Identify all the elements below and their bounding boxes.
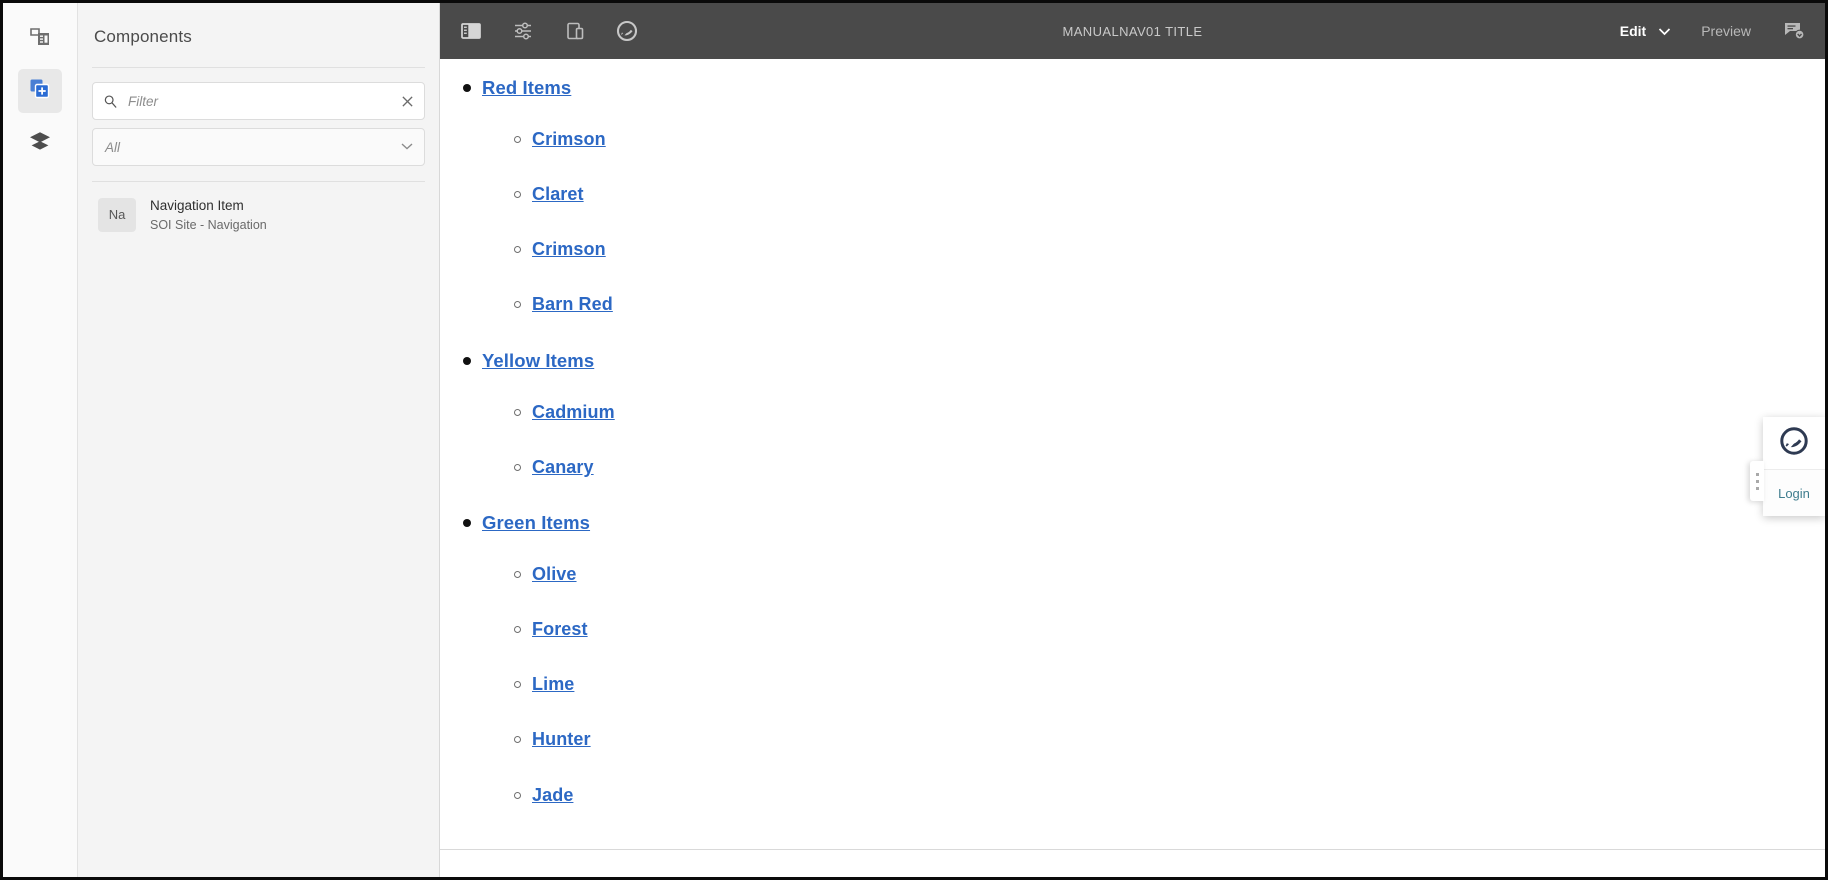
category-select[interactable]: All <box>92 128 425 166</box>
nav-link-crimson[interactable]: Crimson <box>532 129 606 149</box>
nav-link-hunter[interactable]: Hunter <box>532 729 591 749</box>
page-title: MANUALNAV01 TITLE <box>1062 23 1203 39</box>
editor-stage: MANUALNAV01 TITLE Edit Preview Red Items… <box>440 3 1825 877</box>
handle-dot <box>1755 472 1759 476</box>
nav-link-yellow-items[interactable]: Yellow Items <box>482 350 594 371</box>
nav-item: Crimson <box>510 237 1825 262</box>
login-widget-logo <box>1763 417 1825 469</box>
category-select-value: All <box>105 139 121 155</box>
page-properties-icon[interactable] <box>510 18 536 44</box>
panel-title: Components <box>94 27 192 46</box>
components-panel: Components Filter All Na Navigation Item… <box>78 3 440 877</box>
circle-bullet-icon <box>514 681 521 689</box>
nav-item: Hunter <box>510 727 1825 752</box>
toolbar-right-group: Edit Preview <box>1620 18 1807 44</box>
nav-link-cadmium[interactable]: Cadmium <box>532 402 615 422</box>
nav-item: Cadmium <box>510 400 1825 425</box>
chevron-down-icon <box>400 138 414 156</box>
chevron-down-icon <box>1658 23 1671 39</box>
handle-dot <box>1755 486 1759 490</box>
edit-mode-label: Edit <box>1619 23 1647 39</box>
rail-item-layers[interactable] <box>18 121 62 165</box>
component-card-navigation-item[interactable]: Na Navigation Item SOI Site - Navigation <box>92 182 425 248</box>
panel-body: Filter All Na Navigation Item SOI Site -… <box>78 68 439 262</box>
circle-bullet-icon <box>514 191 521 199</box>
nav-item: Olive <box>510 562 1825 587</box>
authoring-window: Components Filter All Na Navigation Item… <box>0 0 1828 880</box>
component-title: Navigation Item <box>150 198 244 213</box>
login-widget-drag-handle[interactable] <box>1750 461 1764 501</box>
nav-link-lime[interactable]: Lime <box>532 674 574 694</box>
nav-group-green: Green Items Olive Forest Lime Hunter Jad… <box>460 510 1825 808</box>
login-button[interactable]: Login <box>1763 470 1825 516</box>
nav-item: Forest <box>510 617 1825 642</box>
rail-item-components[interactable] <box>18 69 62 113</box>
circle-bullet-icon <box>514 736 521 744</box>
components-icon <box>28 77 52 106</box>
nav-item: Lime <box>510 672 1825 697</box>
filter-input-wrapper[interactable]: Filter <box>92 82 425 120</box>
nav-item: Jade <box>510 783 1825 808</box>
circle-bullet-icon <box>514 570 521 578</box>
layers-icon <box>28 129 52 158</box>
canvas-footer-divider <box>440 849 1825 850</box>
circle-bullet-icon <box>514 625 521 633</box>
bullet-icon <box>463 356 471 365</box>
bullet-icon <box>463 518 471 527</box>
nav-link-jade[interactable]: Jade <box>532 785 573 805</box>
login-widget: Login <box>1750 417 1825 516</box>
annotations-icon[interactable] <box>1781 18 1807 44</box>
component-thumbnail: Na <box>98 197 136 232</box>
bullet-icon <box>463 84 471 92</box>
nav-group-yellow: Yellow Items Cadmium Canary <box>460 348 1825 480</box>
icon-rail <box>3 3 78 877</box>
emulator-icon[interactable] <box>562 18 588 44</box>
circle-bullet-icon <box>514 408 521 416</box>
editor-toolbar: MANUALNAV01 TITLE Edit Preview <box>440 3 1825 59</box>
toggle-side-panel-icon[interactable] <box>458 18 484 44</box>
edit-mode-dropdown[interactable]: Edit <box>1620 23 1671 39</box>
nav-link-forest[interactable]: Forest <box>532 619 588 639</box>
navigation-list: Red Items Crimson Claret Crimson Barn Re… <box>440 75 1825 808</box>
nav-sublist-green: Olive Forest Lime Hunter Jade <box>482 562 1825 808</box>
clear-filter-icon[interactable] <box>399 93 415 109</box>
nav-link-canary[interactable]: Canary <box>532 457 594 477</box>
nav-link-claret[interactable]: Claret <box>532 184 584 204</box>
preview-button[interactable]: Preview <box>1701 23 1751 39</box>
nav-link-green-items[interactable]: Green Items <box>482 512 590 533</box>
nav-link-crimson-2[interactable]: Crimson <box>532 239 606 259</box>
handle-dot <box>1755 479 1759 483</box>
page-content-icon <box>28 25 52 54</box>
circle-bullet-icon <box>514 463 521 471</box>
circle-bullet-icon <box>514 246 521 254</box>
nav-item: Claret <box>510 182 1825 207</box>
rail-item-page-content[interactable] <box>18 17 62 61</box>
filter-input[interactable]: Filter <box>128 94 390 109</box>
circle-bullet-icon <box>514 135 521 143</box>
nav-link-red-items[interactable]: Red Items <box>482 77 571 98</box>
page-canvas: Red Items Crimson Claret Crimson Barn Re… <box>440 59 1825 877</box>
search-icon <box>103 94 119 109</box>
site-logo-icon <box>1778 425 1810 462</box>
nav-group-red: Red Items Crimson Claret Crimson Barn Re… <box>460 75 1825 318</box>
nav-link-barn-red[interactable]: Barn Red <box>532 294 613 314</box>
circle-bullet-icon <box>514 301 521 309</box>
circle-bullet-icon <box>514 791 521 799</box>
nav-sublist-red: Crimson Claret Crimson Barn Red <box>482 127 1825 318</box>
toolbar-left-group <box>458 18 640 44</box>
component-card-text: Navigation Item SOI Site - Navigation <box>150 196 267 234</box>
site-logo-icon[interactable] <box>614 18 640 44</box>
nav-item: Barn Red <box>510 292 1825 317</box>
nav-item: Crimson <box>510 127 1825 152</box>
nav-item: Canary <box>510 455 1825 480</box>
nav-link-olive[interactable]: Olive <box>532 564 577 584</box>
nav-sublist-yellow: Cadmium Canary <box>482 400 1825 480</box>
component-group: SOI Site - Navigation <box>150 217 267 232</box>
